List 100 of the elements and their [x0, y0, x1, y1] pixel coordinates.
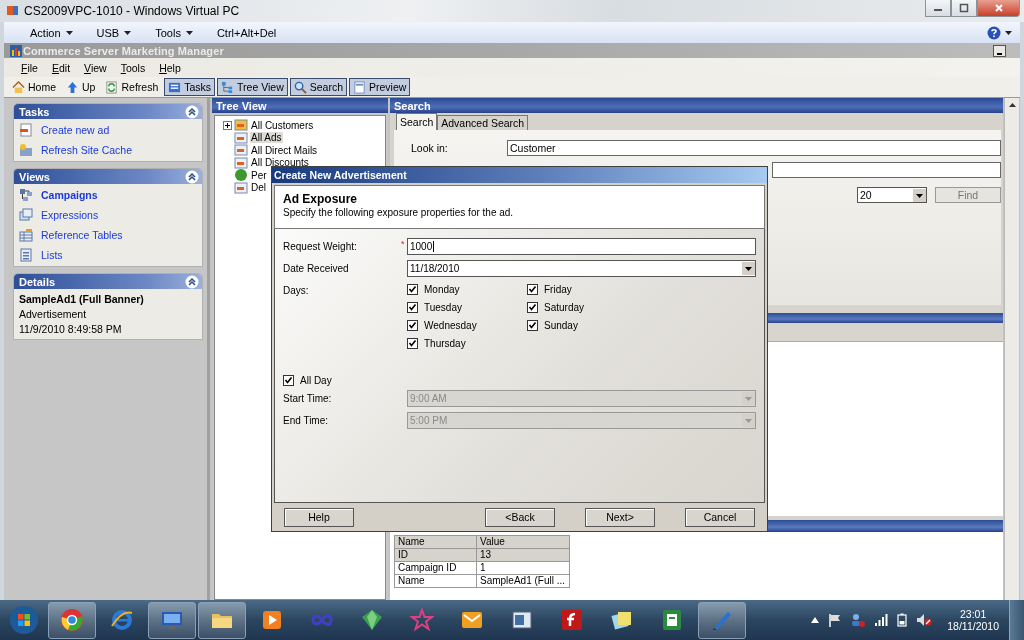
checkbox-label: Saturday: [544, 302, 585, 313]
field-label: Look in:: [410, 142, 449, 154]
clock[interactable]: 23:01 18/11/2010: [947, 608, 999, 632]
view-link[interactable]: Reference Tables: [41, 229, 123, 241]
menu-item[interactable]: View: [77, 61, 114, 74]
menu-item[interactable]: Tools: [113, 61, 153, 74]
dialog-title: Create New Advertisement: [274, 169, 407, 181]
taskbar-button[interactable]: [198, 601, 246, 639]
toolbar-button[interactable]: Up: [62, 78, 100, 96]
item-name: SampleAd1 (Full Banner): [19, 293, 145, 305]
menu-item[interactable]: Help: [152, 61, 188, 74]
up-arrow-icon[interactable]: [811, 617, 820, 623]
battery-icon[interactable]: [897, 613, 908, 627]
tree-item[interactable]: All Ads: [250, 132, 283, 144]
gem-icon: [360, 608, 384, 632]
menu-item[interactable]: File: [14, 61, 45, 74]
checkbox[interactable]: [407, 320, 418, 331]
scrollbar[interactable]: [1004, 98, 1019, 600]
panel-title: Views: [19, 170, 50, 183]
field-label: Request Weight:: [283, 240, 358, 252]
expand-icon[interactable]: [223, 120, 232, 130]
input-field[interactable]: 1000: [407, 237, 756, 255]
table-cell: Name: [394, 574, 477, 588]
view-link[interactable]: Expressions: [41, 209, 99, 221]
collapse-icon[interactable]: [185, 169, 199, 184]
menu-item[interactable]: Ctrl+Alt+Del: [204, 26, 289, 39]
clock-time: 23:01: [959, 608, 987, 620]
toolbar-button[interactable]: Tree View: [217, 78, 288, 96]
menu-item[interactable]: Edit: [44, 61, 78, 74]
chart-icon: [10, 44, 22, 57]
tree-icon: [221, 80, 235, 94]
maximize-button[interactable]: [951, 0, 977, 17]
minimize-icon: [997, 52, 1002, 55]
checkbox[interactable]: [283, 374, 294, 386]
browser-icon: [60, 608, 84, 632]
users-icon[interactable]: [851, 613, 866, 627]
clock-date: 18/11/2010: [947, 620, 999, 632]
minimize-button[interactable]: [925, 0, 951, 17]
help-button[interactable]: Help: [284, 507, 354, 527]
input-field[interactable]: [772, 162, 1001, 178]
back-button[interactable]: <Back: [485, 507, 555, 527]
taskbar-button[interactable]: [48, 601, 96, 639]
next-button[interactable]: Next>: [585, 507, 655, 527]
task-link[interactable]: Create new ad: [41, 124, 110, 136]
checkbox[interactable]: [527, 284, 538, 295]
flag-icon[interactable]: [828, 613, 843, 627]
required-mark: *: [401, 239, 406, 249]
show-desktop-button[interactable]: [1009, 600, 1024, 640]
signal-icon[interactable]: [874, 613, 889, 627]
cancel-button[interactable]: Cancel: [685, 507, 755, 527]
table-cell: Campaign ID: [394, 561, 477, 575]
muted-speaker-icon[interactable]: [916, 613, 933, 627]
menu-item[interactable]: USB: [84, 26, 144, 39]
item-date: 11/9/2010 8:49:58 PM: [19, 323, 123, 335]
table-cell: SampleAd1 (Full ...: [476, 574, 570, 588]
tree-item[interactable]: Per: [250, 169, 268, 181]
tab[interactable]: Search: [396, 113, 438, 130]
tree-item[interactable]: All Direct Mails: [250, 144, 319, 156]
checkbox[interactable]: [407, 338, 418, 349]
field-label: End Time:: [283, 414, 330, 426]
search-icon: [293, 80, 307, 94]
collapse-icon[interactable]: [185, 274, 199, 289]
close-button[interactable]: [977, 0, 1020, 17]
toolbar-button[interactable]: Refresh: [101, 78, 163, 96]
toolbar-button[interactable]: Tasks: [164, 78, 216, 96]
dropdown[interactable]: 20: [857, 187, 927, 203]
item-type: Advertisement: [19, 308, 88, 320]
panel-title: Details: [19, 275, 56, 288]
caret-icon[interactable]: [1005, 30, 1012, 35]
pane-title: Tree View: [216, 99, 267, 112]
checkbox[interactable]: [407, 302, 418, 313]
toolbar-button[interactable]: Search: [289, 78, 348, 96]
menu-item[interactable]: Tools: [143, 26, 205, 39]
window-icon: [510, 608, 534, 632]
dialog-subtitle: Specify the following exposure properties for the ad.: [283, 207, 515, 218]
tab[interactable]: Advanced Search: [437, 115, 529, 130]
input-field[interactable]: Customer: [507, 140, 1001, 156]
ring-icon: [110, 608, 134, 632]
checkbox-label: Tuesday: [424, 302, 462, 313]
play-icon: [260, 608, 284, 632]
view-link[interactable]: Lists: [41, 249, 63, 261]
tree-item[interactable]: Del: [250, 182, 267, 194]
tree-item[interactable]: All Customers: [250, 119, 315, 131]
help-icon[interactable]: [987, 25, 1001, 40]
task-link[interactable]: Refresh Site Cache: [41, 144, 133, 156]
menu-item[interactable]: Action: [18, 26, 85, 39]
date-picker[interactable]: 11/18/2010: [407, 259, 756, 277]
checkbox[interactable]: [527, 302, 538, 313]
checkbox-label: Wednesday: [424, 320, 477, 331]
toolbar-button[interactable]: Preview: [349, 78, 411, 96]
panel-title: Tasks: [19, 105, 50, 118]
collapse-icon[interactable]: [185, 104, 199, 119]
minimize-button[interactable]: [993, 44, 1006, 57]
toolbar-button[interactable]: Home: [8, 78, 60, 96]
dialog-heading: Ad Exposure: [283, 192, 358, 206]
up-arrow-icon: [66, 80, 79, 94]
view-link[interactable]: Campaigns: [41, 189, 98, 201]
tree-item[interactable]: All Discounts: [250, 157, 310, 169]
checkbox[interactable]: [407, 284, 418, 295]
checkbox[interactable]: [527, 320, 538, 331]
